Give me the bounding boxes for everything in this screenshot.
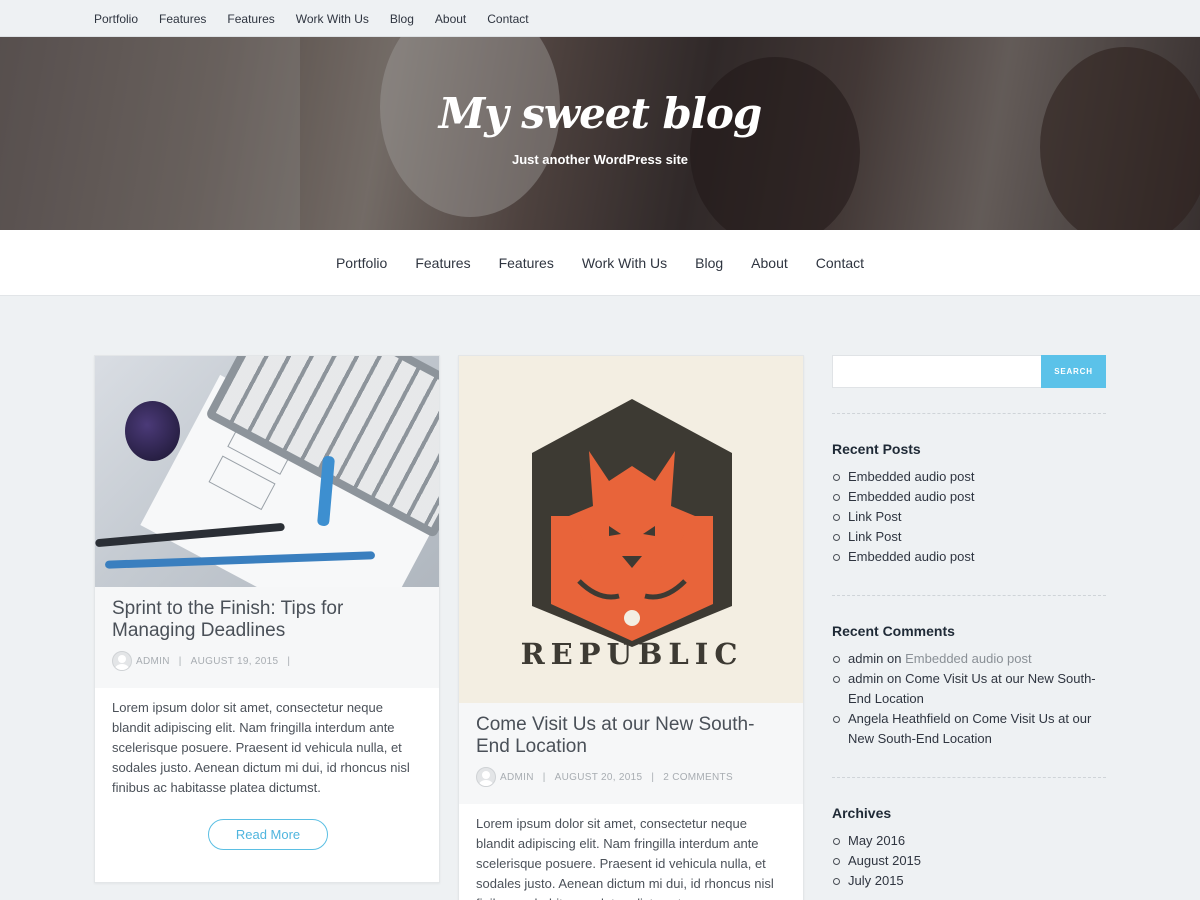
- top-menu: Portfolio Features Features Work With Us…: [0, 0, 1200, 37]
- recent-post-item[interactable]: Embedded audio post: [832, 487, 1106, 507]
- nav-item-contact[interactable]: Contact: [816, 255, 864, 271]
- post-card: REPUBLIC Come Visit Us at our New South-…: [458, 355, 804, 900]
- recent-comments-title: Recent Comments: [832, 623, 955, 639]
- meta-separator: |: [542, 771, 546, 783]
- top-menu-item-work-with-us[interactable]: Work With Us: [296, 12, 369, 26]
- post-date[interactable]: AUGUST 19, 2015: [191, 656, 279, 667]
- post-meta: ADMIN | AUGUST 20, 2015 | 2 COMMENTS: [476, 767, 733, 787]
- post-date[interactable]: AUGUST 20, 2015: [555, 772, 643, 783]
- post-excerpt: Lorem ipsum dolor sit amet, consectetur …: [112, 700, 410, 795]
- avatar: [476, 767, 496, 787]
- widget-divider: [832, 595, 1106, 596]
- comment-author[interactable]: admin: [848, 671, 883, 686]
- recent-comment-item: admin on Embedded audio post: [832, 649, 1106, 669]
- meta-separator: |: [287, 655, 291, 667]
- read-more-button[interactable]: Read More: [208, 819, 328, 850]
- widget-divider: [832, 777, 1106, 778]
- nav-item-about[interactable]: About: [751, 255, 788, 271]
- recent-posts-title: Recent Posts: [832, 441, 921, 457]
- comment-on: on: [887, 671, 902, 686]
- search-input[interactable]: [832, 355, 1041, 388]
- comment-post-link[interactable]: Embedded audio post: [905, 651, 1031, 666]
- archive-item[interactable]: August 2015: [832, 851, 1106, 871]
- post-title[interactable]: Come Visit Us at our New South-End Locat…: [476, 714, 788, 758]
- recent-comment-item: admin on Come Visit Us at our New South-…: [832, 669, 1106, 709]
- archive-item[interactable]: May 2016: [832, 831, 1106, 851]
- main-navigation: Portfolio Features Features Work With Us…: [0, 230, 1200, 296]
- post-card: Sprint to the Finish: Tips for Managing …: [94, 355, 440, 883]
- comment-on: on: [954, 711, 969, 726]
- recent-post-item[interactable]: Link Post: [832, 507, 1106, 527]
- meta-separator: |: [651, 771, 655, 783]
- post-comments-link[interactable]: 2 COMMENTS: [663, 772, 733, 783]
- top-menu-item-about[interactable]: About: [435, 12, 466, 26]
- nav-item-blog[interactable]: Blog: [695, 255, 723, 271]
- archives-list: May 2016 August 2015 July 2015: [832, 831, 1106, 891]
- comment-on: on: [887, 651, 902, 666]
- widget-divider: [832, 413, 1106, 414]
- post-header: Sprint to the Finish: Tips for Managing …: [95, 587, 439, 688]
- post-meta: ADMIN | AUGUST 19, 2015 |: [112, 651, 299, 671]
- search-widget: SEARCH: [832, 355, 1106, 388]
- post-title[interactable]: Sprint to the Finish: Tips for Managing …: [112, 598, 424, 642]
- recent-comment-item: Angela Heathfield on Come Visit Us at ou…: [832, 709, 1106, 749]
- archives-title: Archives: [832, 805, 892, 821]
- main-menu: Portfolio Features Features Work With Us…: [0, 230, 1200, 296]
- recent-post-item[interactable]: Embedded audio post: [832, 467, 1106, 487]
- recent-posts-list: Embedded audio post Embedded audio post …: [832, 467, 1106, 567]
- post-header: Come Visit Us at our New South-End Locat…: [459, 703, 803, 804]
- site-title[interactable]: My sweet blog: [0, 89, 1200, 138]
- top-menu-item-features-2[interactable]: Features: [227, 12, 274, 26]
- poster-wordmark: REPUBLIC: [520, 637, 744, 671]
- avatar: [112, 651, 132, 671]
- post-excerpt: Lorem ipsum dolor sit amet, consectetur …: [476, 816, 774, 900]
- top-menu-item-features[interactable]: Features: [159, 12, 206, 26]
- comment-author[interactable]: admin: [848, 651, 883, 666]
- recent-post-item[interactable]: Embedded audio post: [832, 547, 1106, 567]
- top-menu-bar: Portfolio Features Features Work With Us…: [0, 0, 1200, 37]
- nav-item-work-with-us[interactable]: Work With Us: [582, 255, 667, 271]
- search-button[interactable]: SEARCH: [1041, 355, 1106, 388]
- meta-separator: |: [178, 655, 182, 667]
- recent-post-item[interactable]: Link Post: [832, 527, 1106, 547]
- nav-item-features[interactable]: Features: [415, 255, 470, 271]
- site-tagline: Just another WordPress site: [511, 152, 689, 167]
- comment-author[interactable]: Angela Heathfield: [848, 711, 951, 726]
- post-author[interactable]: ADMIN: [500, 772, 534, 783]
- nav-item-portfolio[interactable]: Portfolio: [336, 255, 387, 271]
- post-author[interactable]: ADMIN: [136, 656, 170, 667]
- comment-post-link[interactable]: Come Visit Us at our New South-End Locat…: [848, 671, 1096, 706]
- archive-item[interactable]: July 2015: [832, 871, 1106, 891]
- top-menu-item-contact[interactable]: Contact: [487, 12, 528, 26]
- recent-comments-list: admin on Embedded audio post admin on Co…: [832, 649, 1106, 749]
- top-menu-item-portfolio[interactable]: Portfolio: [94, 12, 138, 26]
- top-menu-item-blog[interactable]: Blog: [390, 12, 414, 26]
- post-featured-image[interactable]: [95, 356, 439, 587]
- header-banner: My sweet blog Just another WordPress sit…: [0, 37, 1200, 230]
- post-featured-image[interactable]: REPUBLIC: [459, 356, 803, 703]
- nav-item-features-2[interactable]: Features: [499, 255, 554, 271]
